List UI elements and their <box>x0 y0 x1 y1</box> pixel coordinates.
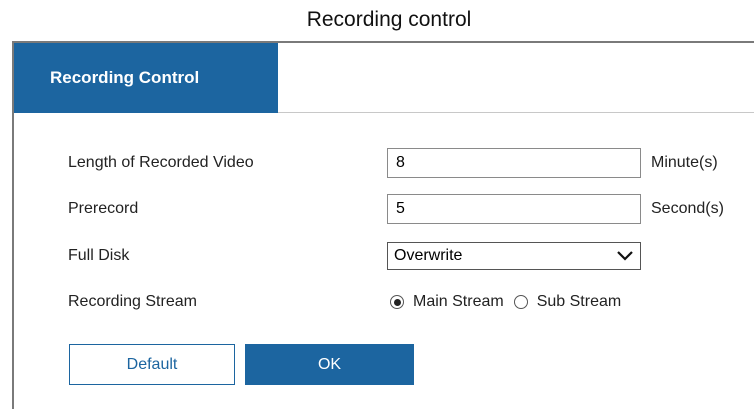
length-label: Length of Recorded Video <box>68 154 254 171</box>
tab-recording-control[interactable]: Recording Control <box>14 43 278 113</box>
recording-stream-row: Recording Stream Main Stream Sub Stream <box>14 287 754 317</box>
radio-main-stream-label: Main Stream <box>413 293 504 310</box>
prerecord-row: Prerecord 5 Second(s) <box>14 194 754 224</box>
length-unit: Minute(s) <box>651 154 718 171</box>
radio-main-stream[interactable]: Main Stream <box>390 293 504 311</box>
ok-button[interactable]: OK <box>245 344 414 385</box>
figure-caption: Recording control <box>306 8 472 31</box>
recording-control-panel: Recording Control Length of Recorded Vid… <box>12 41 754 409</box>
recording-stream-radio-group: Main Stream Sub Stream <box>390 293 631 311</box>
chevron-down-icon <box>617 251 633 261</box>
recording-stream-label: Recording Stream <box>68 293 197 310</box>
full-disk-row: Full Disk Overwrite <box>14 242 754 270</box>
radio-sub-stream-circle[interactable] <box>513 295 528 309</box>
radio-main-stream-circle[interactable] <box>390 295 404 309</box>
prerecord-unit: Second(s) <box>651 200 724 217</box>
length-input[interactable]: 8 <box>387 148 641 178</box>
full-disk-label: Full Disk <box>68 247 130 264</box>
tab-bar: Recording Control <box>14 43 754 113</box>
prerecord-input[interactable]: 5 <box>387 194 641 224</box>
radio-sub-stream-label: Sub Stream <box>536 293 622 310</box>
radio-sub-stream[interactable]: Sub Stream <box>513 293 622 311</box>
full-disk-select[interactable]: Overwrite <box>387 242 641 270</box>
full-disk-selected-value: Overwrite <box>394 247 463 264</box>
length-row: Length of Recorded Video 8 Minute(s) <box>14 148 754 178</box>
prerecord-label: Prerecord <box>68 200 139 217</box>
default-button[interactable]: Default <box>69 344 235 385</box>
